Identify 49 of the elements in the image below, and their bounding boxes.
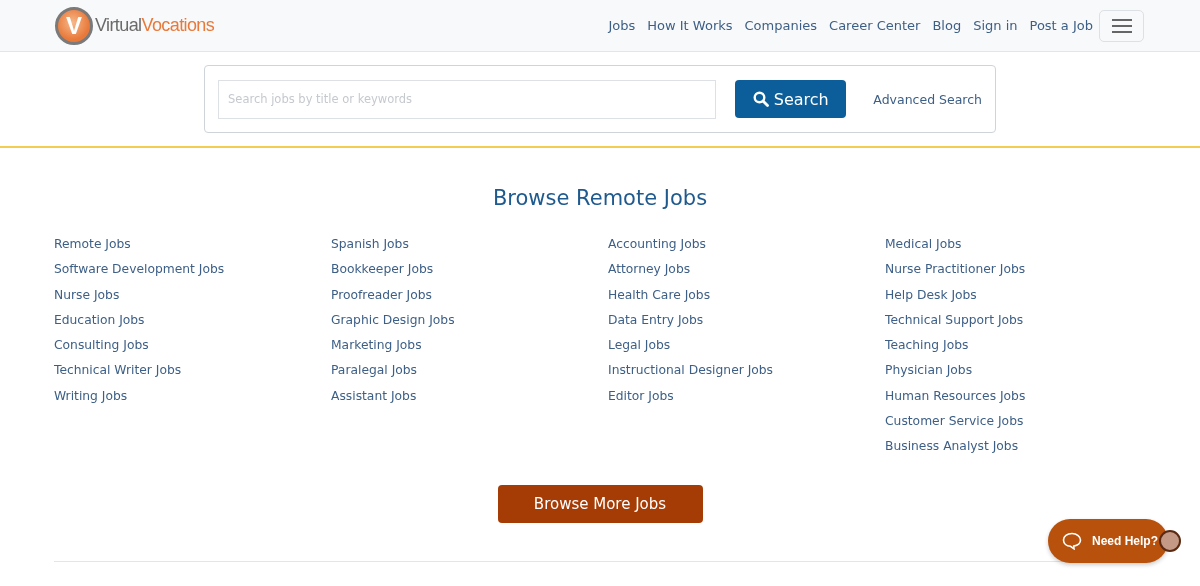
- job-category-link[interactable]: Teaching Jobs: [885, 333, 969, 359]
- nav-link[interactable]: Companies: [744, 18, 818, 33]
- nav-link[interactable]: Career Center: [829, 18, 921, 33]
- job-category-link[interactable]: Proofreader Jobs: [331, 282, 432, 308]
- job-category-link[interactable]: Data Entry Jobs: [608, 307, 704, 334]
- nav-link[interactable]: Post a Job: [1029, 18, 1093, 33]
- section-title: Browse Remote Jobs: [491, 186, 709, 210]
- search-button[interactable]: Search: [735, 80, 847, 118]
- job-category-link[interactable]: Spanish Jobs: [331, 232, 409, 258]
- job-category-link[interactable]: Remote Jobs: [54, 232, 131, 258]
- job-category-link[interactable]: Health Care Jobs: [608, 282, 711, 308]
- help-chat-button[interactable]: Need Help?: [1048, 519, 1168, 563]
- logo-text[interactable]: VirtualVocations: [95, 15, 215, 36]
- job-category-link[interactable]: Editor Jobs: [608, 383, 674, 410]
- avatar: [1159, 530, 1181, 552]
- job-category-link[interactable]: Business Analyst Jobs: [885, 434, 1019, 460]
- job-category-link[interactable]: Instructional Designer Jobs: [608, 358, 774, 384]
- job-category-link[interactable]: Human Resources Jobs: [885, 383, 1026, 410]
- search-icon: [752, 91, 769, 107]
- job-category-link[interactable]: Writing Jobs: [54, 383, 128, 410]
- job-category-link[interactable]: Bookkeeper Jobs: [331, 257, 434, 283]
- job-category-link[interactable]: Legal Jobs: [608, 333, 671, 359]
- job-category-link[interactable]: Software Development Jobs: [54, 257, 225, 283]
- job-category-link[interactable]: Education Jobs: [54, 307, 145, 334]
- job-category-link[interactable]: Physician Jobs: [885, 358, 973, 384]
- advanced-search-link[interactable]: Advanced Search: [873, 91, 982, 107]
- job-category-link[interactable]: Technical Support Jobs: [885, 307, 1024, 334]
- job-category-link[interactable]: Medical Jobs: [885, 232, 962, 258]
- job-category-link[interactable]: Graphic Design Jobs: [331, 307, 455, 334]
- job-category-link[interactable]: Help Desk Jobs: [885, 282, 977, 308]
- job-category-link[interactable]: Paralegal Jobs: [331, 358, 417, 384]
- job-category-link[interactable]: Assistant Jobs: [331, 383, 417, 410]
- chat-bubble-icon: [1062, 532, 1082, 550]
- job-category-link[interactable]: Attorney Jobs: [608, 257, 691, 283]
- job-category-link[interactable]: Customer Service Jobs: [885, 409, 1024, 435]
- job-category-link[interactable]: Marketing Jobs: [331, 333, 422, 359]
- search-field[interactable]: Search jobs by title or keywords: [218, 79, 717, 119]
- nav-link[interactable]: Blog: [932, 18, 962, 33]
- job-category-link[interactable]: Nurse Practitioner Jobs: [885, 257, 1026, 283]
- job-category-link[interactable]: Nurse Jobs: [54, 282, 120, 308]
- nav-link[interactable]: Jobs: [608, 18, 636, 33]
- job-category-link[interactable]: Accounting Jobs: [608, 232, 706, 258]
- nav-link[interactable]: Sign in: [973, 18, 1018, 33]
- job-category-link[interactable]: Consulting Jobs: [54, 333, 149, 359]
- nav-link[interactable]: How It Works: [647, 18, 733, 33]
- job-category-link[interactable]: Technical Writer Jobs: [54, 358, 182, 384]
- menu-icon: [1111, 18, 1132, 33]
- menu-button[interactable]: [1099, 9, 1144, 42]
- browse-more-button[interactable]: Browse More Jobs: [497, 484, 703, 523]
